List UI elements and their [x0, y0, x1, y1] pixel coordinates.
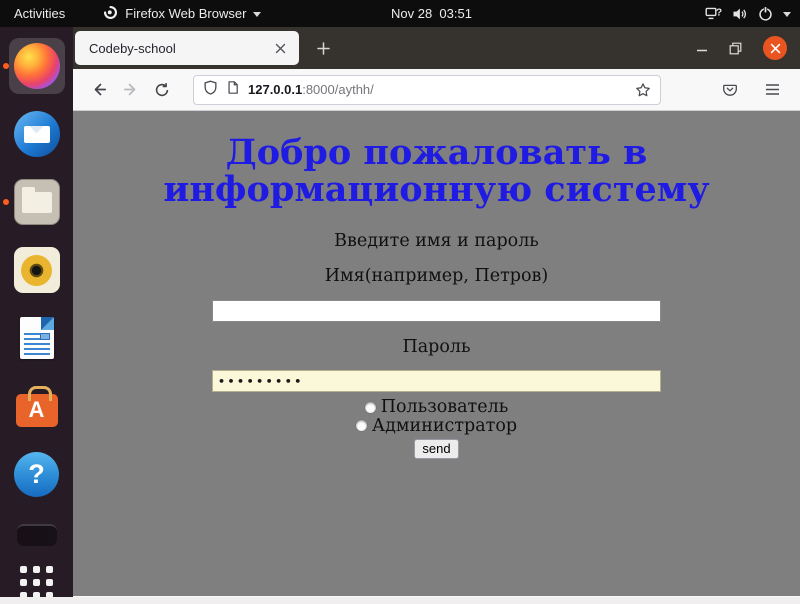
menu-hamburger-icon[interactable]	[758, 76, 786, 104]
firefox-window: Codeby-school	[73, 27, 800, 597]
thunderbird-icon	[14, 111, 60, 157]
firefox-swirl-icon	[103, 5, 118, 23]
url-host: 127.0.0.1	[248, 82, 302, 97]
network-unknown-icon: ?	[705, 6, 722, 21]
help-icon: ?	[14, 452, 59, 497]
name-input[interactable]	[212, 300, 661, 322]
dock-item-dark-app[interactable]	[9, 522, 65, 548]
rhythmbox-icon	[14, 247, 60, 293]
page-title: Добро пожаловать в информационную систем…	[127, 134, 747, 208]
screen: Activities Firefox Web Browser Nov 28 03…	[0, 0, 800, 604]
app-menu-label: Firefox Web Browser	[125, 6, 246, 21]
dock-item-firefox[interactable]	[9, 38, 65, 94]
name-label: Имя(например, Петров)	[73, 266, 800, 286]
libreoffice-writer-icon	[20, 317, 54, 359]
clock[interactable]: Nov 28 03:51	[391, 6, 472, 21]
close-button[interactable]	[763, 36, 787, 60]
dock-item-thunderbird[interactable]	[9, 106, 65, 162]
caret-down-icon	[253, 12, 261, 17]
firefox-icon	[14, 43, 60, 89]
back-button[interactable]	[84, 75, 115, 105]
password-label: Пароль	[73, 337, 800, 357]
desktop-bottom-strip	[0, 597, 800, 604]
volume-icon	[732, 7, 748, 21]
system-status-area[interactable]: ?	[705, 6, 791, 21]
url-bar[interactable]: 127.0.0.1:8000/aythh/	[193, 75, 661, 105]
radio-admin-icon[interactable]	[356, 420, 367, 431]
reload-button[interactable]	[146, 75, 177, 105]
page-info-icon[interactable]	[226, 80, 240, 100]
svg-text:?: ?	[716, 8, 722, 19]
power-icon	[758, 6, 773, 21]
dock-item-files[interactable]	[9, 174, 65, 230]
pocket-icon[interactable]	[716, 76, 744, 104]
ubuntu-dock: A ?	[0, 27, 73, 597]
show-applications-icon	[20, 566, 53, 599]
dock-item-libreoffice-writer[interactable]	[9, 310, 65, 366]
radio-admin-label: Администратор	[372, 417, 517, 436]
send-button[interactable]: send	[414, 439, 458, 459]
dock-item-rhythmbox[interactable]	[9, 242, 65, 298]
window-controls	[696, 27, 787, 69]
dock-item-help[interactable]: ?	[9, 446, 65, 502]
tab-close-icon[interactable]	[270, 38, 290, 58]
shield-icon[interactable]	[203, 80, 218, 100]
ubuntu-software-icon: A	[16, 394, 58, 427]
web-page-content: Добро пожаловать в информационную систем…	[73, 111, 800, 596]
navigation-toolbar: 127.0.0.1:8000/aythh/	[73, 69, 800, 111]
forward-button[interactable]	[115, 75, 146, 105]
tab-bar: Codeby-school	[73, 27, 800, 69]
show-applications-button[interactable]	[9, 562, 65, 602]
gnome-top-bar: Activities Firefox Web Browser Nov 28 03…	[0, 0, 800, 27]
caret-down-icon	[783, 12, 791, 17]
radio-user-label: Пользователь	[381, 398, 509, 417]
tab-title: Codeby-school	[89, 41, 176, 56]
radio-option-user[interactable]: Пользователь	[73, 398, 800, 417]
dock-item-ubuntu-software[interactable]: A	[9, 378, 65, 434]
bookmark-star-icon[interactable]	[635, 82, 651, 98]
files-icon	[14, 179, 60, 225]
restore-button[interactable]	[729, 42, 742, 55]
activities-button[interactable]: Activities	[14, 6, 65, 21]
url-path: :8000/aythh/	[302, 82, 374, 97]
tab-codeby-school[interactable]: Codeby-school	[75, 31, 299, 65]
url-text[interactable]: 127.0.0.1:8000/aythh/	[248, 82, 374, 97]
dark-app-icon	[17, 524, 57, 546]
app-menu[interactable]: Firefox Web Browser	[103, 5, 261, 23]
radio-option-admin[interactable]: Администратор	[73, 417, 800, 436]
intro-text: Введите имя и пароль	[73, 231, 800, 251]
radio-user-icon[interactable]	[365, 402, 376, 413]
password-input[interactable]	[212, 370, 661, 392]
new-tab-button[interactable]	[309, 34, 337, 62]
minimize-button[interactable]	[696, 42, 708, 54]
toolbar-right-group	[716, 76, 789, 104]
